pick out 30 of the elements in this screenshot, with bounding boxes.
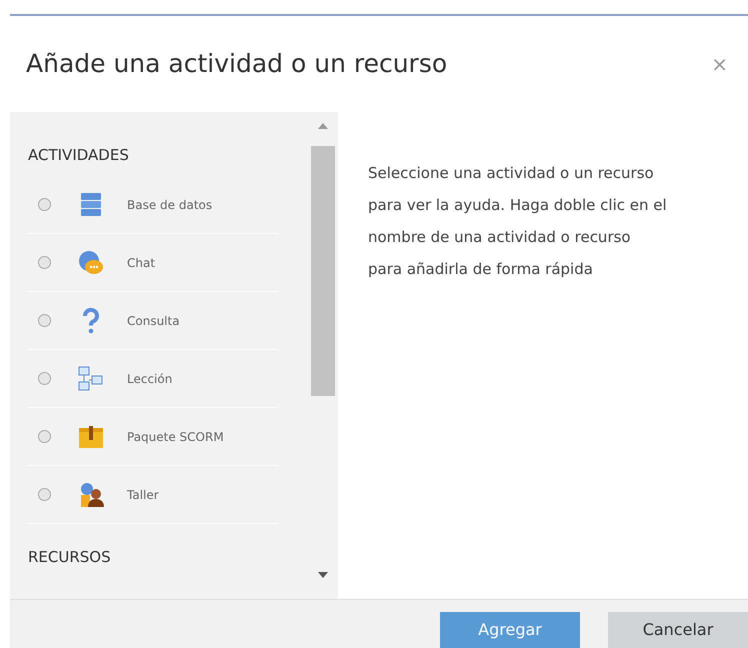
scroll-down-icon[interactable] [318,571,328,579]
activity-option[interactable]: Base de datos [28,176,278,234]
section-heading: RECURSOS [28,548,112,566]
chat-bubbles-icon [77,248,105,276]
activity-option[interactable]: Lección [28,350,278,408]
option-label: Paquete SCORM [127,428,224,446]
activity-option[interactable]: Taller [28,466,278,524]
option-label: Consulta [127,312,180,330]
flowchart-icon [77,364,105,392]
scrollbar-thumb[interactable] [311,146,335,396]
cancel-button[interactable]: Cancelar [608,612,748,648]
help-text: Seleccione una actividad o un recurso para ver la ayuda. Haga doble clic en el nombre de una actividad o recurso para añadirla de forma rápida [368,163,668,280]
radio-button[interactable] [38,430,51,443]
radio-button[interactable] [38,314,51,327]
scroll-up-icon[interactable] [318,122,328,130]
dialog-title: Añade una actividad o un recurso [26,49,448,79]
radio-button[interactable] [38,256,51,269]
option-label: Base de datos [127,196,212,214]
add-button[interactable]: Agregar [440,612,580,648]
close-button[interactable]: × [707,54,732,74]
section-heading: ACTIVIDADES [28,146,130,164]
activity-option[interactable]: Chat [28,234,278,292]
option-label: Taller [127,486,159,504]
radio-button[interactable] [38,372,51,385]
option-label: Lección [127,370,172,388]
radio-button[interactable] [38,198,51,211]
radio-button[interactable] [38,488,51,501]
option-label: Chat [127,254,156,272]
activity-option[interactable]: Consulta [28,292,278,350]
activity-option[interactable]: Paquete SCORM [28,408,278,466]
